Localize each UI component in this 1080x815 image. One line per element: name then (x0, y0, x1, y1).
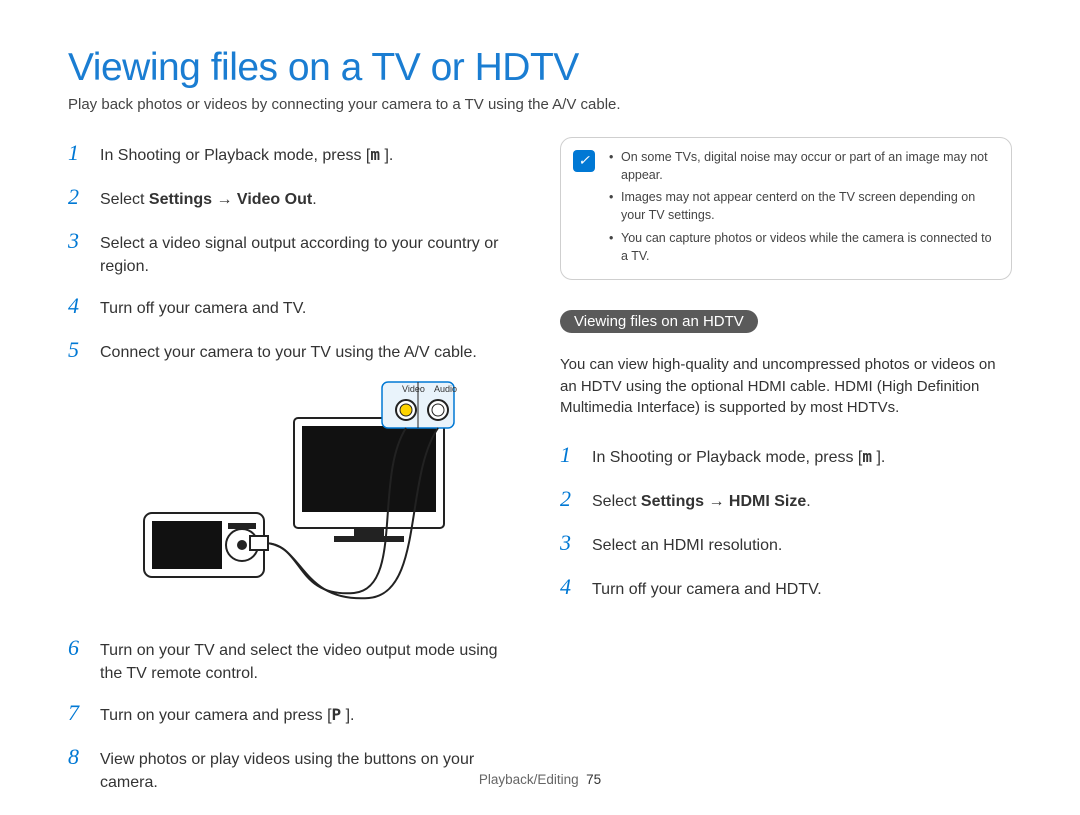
steps-left-cont: 6 Turn on your TV and select the video o… (68, 632, 520, 795)
step-item: 3 Select a video signal output according… (68, 225, 520, 278)
step-number: 2 (560, 483, 584, 515)
step-item: 6 Turn on your TV and select the video o… (68, 632, 520, 685)
steps-left: 1 In Shooting or Playback mode, press [m… (68, 137, 520, 366)
step-text: Turn on your TV and select the video out… (100, 639, 520, 685)
step-number: 1 (560, 439, 584, 471)
steps-right: 1 In Shooting or Playback mode, press [m… (560, 439, 1012, 603)
step-number: 5 (68, 334, 92, 366)
step-item: 7 Turn on your camera and press [P ]. (68, 697, 520, 729)
right-column: ✓ On some TVs, digital noise may occur o… (560, 137, 1012, 807)
diagram-label-audio: Audio (434, 384, 457, 394)
step-text: Turn off your camera and TV. (100, 297, 520, 320)
intro-text: Play back photos or videos by connecting… (68, 96, 1012, 113)
step-item: 1 In Shooting or Playback mode, press [m… (68, 137, 520, 169)
left-column: 1 In Shooting or Playback mode, press [m… (68, 137, 520, 807)
step-text: In Shooting or Playback mode, press [m ]… (100, 143, 520, 167)
step-number: 3 (68, 225, 92, 257)
step-number: 7 (68, 697, 92, 729)
step-number: 4 (68, 290, 92, 322)
step-number: 8 (68, 741, 92, 773)
section-heading: Viewing files on an HDTV (560, 310, 758, 333)
step-item: 4 Turn off your camera and TV. (68, 290, 520, 322)
step-text: Turn on your camera and press [P ]. (100, 703, 520, 727)
note-item: Images may not appear centerd on the TV … (609, 188, 997, 224)
step-number: 2 (68, 181, 92, 213)
step-item: 2 Select Settings → HDMI Size. (560, 483, 1012, 515)
step-item: 1 In Shooting or Playback mode, press [m… (560, 439, 1012, 471)
step-text: In Shooting or Playback mode, press [m ]… (592, 445, 1012, 469)
note-item: You can capture photos or videos while t… (609, 229, 997, 265)
step-item: 2 Select Settings → Video Out. (68, 181, 520, 213)
note-icon: ✓ (573, 150, 595, 172)
step-text: Connect your camera to your TV using the… (100, 341, 520, 364)
page: Viewing files on a TV or HDTV Play back … (0, 0, 1080, 815)
step-text: Turn off your camera and HDTV. (592, 578, 1012, 601)
step-text: Select an HDMI resolution. (592, 534, 1012, 557)
step-text: Select Settings → HDMI Size. (592, 490, 1012, 513)
footer-section: Playback/Editing (479, 772, 579, 787)
note-box: ✓ On some TVs, digital noise may occur o… (560, 137, 1012, 280)
step-item: 4 Turn off your camera and HDTV. (560, 571, 1012, 603)
columns: 1 In Shooting or Playback mode, press [m… (68, 137, 1012, 807)
connection-diagram: Video Audio (68, 378, 520, 618)
step-number: 3 (560, 527, 584, 559)
note-item: On some TVs, digital noise may occur or … (609, 148, 997, 184)
page-footer: Playback/Editing 75 (0, 772, 1080, 787)
step-number: 6 (68, 632, 92, 664)
step-text: Select a video signal output according t… (100, 232, 520, 278)
step-item: 5 Connect your camera to your TV using t… (68, 334, 520, 366)
step-number: 4 (560, 571, 584, 603)
step-item: 3 Select an HDMI resolution. (560, 527, 1012, 559)
note-list: On some TVs, digital noise may occur or … (609, 148, 997, 265)
step-number: 1 (68, 137, 92, 169)
page-title: Viewing files on a TV or HDTV (68, 46, 1012, 90)
page-number: 75 (586, 772, 601, 787)
diagram-label-video: Video (402, 384, 425, 394)
step-text: Select Settings → Video Out. (100, 188, 520, 211)
hdtv-intro: You can view high-quality and uncompress… (560, 354, 1012, 419)
